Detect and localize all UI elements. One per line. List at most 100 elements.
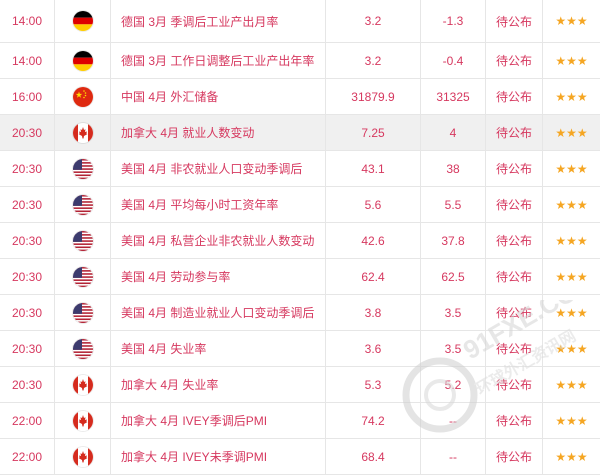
country-flag-cell bbox=[55, 43, 111, 78]
star-icons: ★★★ bbox=[555, 449, 588, 464]
country-flag-cell bbox=[55, 367, 111, 402]
country-flag-cell bbox=[55, 439, 111, 474]
table-row[interactable]: 22:00 加拿大 4月 IVEY未季调PMI 68.4 -- 待公布 ★★★ bbox=[0, 439, 600, 475]
previous-value: 37.8 bbox=[421, 223, 486, 258]
table-row[interactable]: 20:30 美国 4月 私营企业非农就业人数变动 42.6 37.8 待公布 ★★★ bbox=[0, 223, 600, 259]
forecast-value: 62.4 bbox=[326, 259, 421, 294]
table-row[interactable]: 20:30 加拿大 4月 失业率 5.3 5.2 待公布 ★★★ bbox=[0, 367, 600, 403]
event-time: 20:30 bbox=[0, 151, 55, 186]
usa-flag bbox=[72, 302, 93, 323]
canada-flag bbox=[72, 374, 93, 395]
forecast-value: 3.2 bbox=[326, 0, 421, 42]
country-flag-cell bbox=[55, 331, 111, 366]
china-flag bbox=[72, 86, 93, 107]
country-flag-cell bbox=[55, 151, 111, 186]
country-flag-cell bbox=[55, 403, 111, 438]
status-label: 待公布 bbox=[486, 223, 543, 258]
country-flag-cell bbox=[55, 79, 111, 114]
previous-value: 5.2 bbox=[421, 367, 486, 402]
forecast-value: 5.3 bbox=[326, 367, 421, 402]
event-name[interactable]: 美国 4月 失业率 bbox=[111, 331, 326, 366]
importance-rating: ★★★ bbox=[543, 187, 600, 222]
status-label: 待公布 bbox=[486, 151, 543, 186]
event-name[interactable]: 美国 4月 非农就业人口变动季调后 bbox=[111, 151, 326, 186]
previous-value: -1.3 bbox=[421, 0, 486, 42]
importance-rating: ★★★ bbox=[543, 79, 600, 114]
previous-value: 5.5 bbox=[421, 187, 486, 222]
status-label: 待公布 bbox=[486, 403, 543, 438]
table-row[interactable]: 20:30 美国 4月 失业率 3.6 3.5 待公布 ★★★ bbox=[0, 331, 600, 367]
star-icons: ★★★ bbox=[555, 233, 588, 248]
event-name[interactable]: 加拿大 4月 IVEY未季调PMI bbox=[111, 439, 326, 474]
event-name[interactable]: 加拿大 4月 IVEY季调后PMI bbox=[111, 403, 326, 438]
country-flag-cell bbox=[55, 187, 111, 222]
previous-value: 4 bbox=[421, 115, 486, 150]
previous-value: 31325 bbox=[421, 79, 486, 114]
forecast-value: 31879.9 bbox=[326, 79, 421, 114]
event-time: 22:00 bbox=[0, 403, 55, 438]
forecast-value: 3.8 bbox=[326, 295, 421, 330]
event-name[interactable]: 德国 3月 季调后工业产出月率 bbox=[111, 0, 326, 42]
status-label: 待公布 bbox=[486, 259, 543, 294]
previous-value: -0.4 bbox=[421, 43, 486, 78]
star-icons: ★★★ bbox=[555, 53, 588, 68]
importance-rating: ★★★ bbox=[543, 43, 600, 78]
importance-rating: ★★★ bbox=[543, 0, 600, 42]
importance-rating: ★★★ bbox=[543, 439, 600, 474]
star-icons: ★★★ bbox=[555, 413, 588, 428]
status-label: 待公布 bbox=[486, 0, 543, 42]
event-time: 20:30 bbox=[0, 187, 55, 222]
event-time: 20:30 bbox=[0, 259, 55, 294]
star-icons: ★★★ bbox=[555, 89, 588, 104]
country-flag-cell bbox=[55, 223, 111, 258]
table-row[interactable]: 20:30 加拿大 4月 就业人数变动 7.25 4 待公布 ★★★ bbox=[0, 115, 600, 151]
usa-flag bbox=[72, 158, 93, 179]
germany-flag bbox=[72, 11, 93, 31]
event-name[interactable]: 中国 4月 外汇储备 bbox=[111, 79, 326, 114]
canada-flag bbox=[72, 410, 93, 431]
table-row[interactable]: 14:00 德国 3月 工作日调整后工业产出年率 3.2 -0.4 待公布 ★★★ bbox=[0, 43, 600, 79]
country-flag-cell bbox=[55, 115, 111, 150]
importance-rating: ★★★ bbox=[543, 403, 600, 438]
canada-flag bbox=[72, 446, 93, 467]
table-row[interactable]: 22:00 加拿大 4月 IVEY季调后PMI 74.2 -- 待公布 ★★★ bbox=[0, 403, 600, 439]
table-row[interactable]: 20:30 美国 4月 劳动参与率 62.4 62.5 待公布 ★★★ bbox=[0, 259, 600, 295]
previous-value: 3.5 bbox=[421, 331, 486, 366]
event-name[interactable]: 加拿大 4月 就业人数变动 bbox=[111, 115, 326, 150]
status-label: 待公布 bbox=[486, 43, 543, 78]
country-flag-cell bbox=[55, 259, 111, 294]
event-name[interactable]: 美国 4月 劳动参与率 bbox=[111, 259, 326, 294]
importance-rating: ★★★ bbox=[543, 331, 600, 366]
previous-value: 38 bbox=[421, 151, 486, 186]
event-time: 20:30 bbox=[0, 115, 55, 150]
event-time: 22:00 bbox=[0, 439, 55, 474]
previous-value: -- bbox=[421, 403, 486, 438]
germany-flag bbox=[72, 50, 93, 71]
table-row[interactable]: 16:00 中国 4月 外汇储备 31879.9 31325 待公布 ★★★ bbox=[0, 79, 600, 115]
event-name[interactable]: 加拿大 4月 失业率 bbox=[111, 367, 326, 402]
star-icons: ★★★ bbox=[555, 341, 588, 356]
status-label: 待公布 bbox=[486, 295, 543, 330]
event-name[interactable]: 美国 4月 平均每小时工资年率 bbox=[111, 187, 326, 222]
status-label: 待公布 bbox=[486, 439, 543, 474]
usa-flag bbox=[72, 194, 93, 215]
star-icons: ★★★ bbox=[555, 305, 588, 320]
table-row[interactable]: 20:30 美国 4月 非农就业人口变动季调后 43.1 38 待公布 ★★★ bbox=[0, 151, 600, 187]
forecast-value: 5.6 bbox=[326, 187, 421, 222]
table-row[interactable]: 14:00 德国 3月 季调后工业产出月率 3.2 -1.3 待公布 ★★★ bbox=[0, 0, 600, 43]
previous-value: 62.5 bbox=[421, 259, 486, 294]
event-name[interactable]: 德国 3月 工作日调整后工业产出年率 bbox=[111, 43, 326, 78]
importance-rating: ★★★ bbox=[543, 295, 600, 330]
importance-rating: ★★★ bbox=[543, 151, 600, 186]
table-row[interactable]: 20:30 美国 4月 制造业就业人口变动季调后 3.8 3.5 待公布 ★★★ bbox=[0, 295, 600, 331]
event-name[interactable]: 美国 4月 制造业就业人口变动季调后 bbox=[111, 295, 326, 330]
event-time: 14:00 bbox=[0, 0, 55, 42]
usa-flag bbox=[72, 230, 93, 251]
status-label: 待公布 bbox=[486, 79, 543, 114]
status-label: 待公布 bbox=[486, 331, 543, 366]
event-time: 14:00 bbox=[0, 43, 55, 78]
table-row[interactable]: 20:30 美国 4月 平均每小时工资年率 5.6 5.5 待公布 ★★★ bbox=[0, 187, 600, 223]
event-name[interactable]: 美国 4月 私营企业非农就业人数变动 bbox=[111, 223, 326, 258]
event-time: 16:00 bbox=[0, 79, 55, 114]
usa-flag bbox=[72, 266, 93, 287]
